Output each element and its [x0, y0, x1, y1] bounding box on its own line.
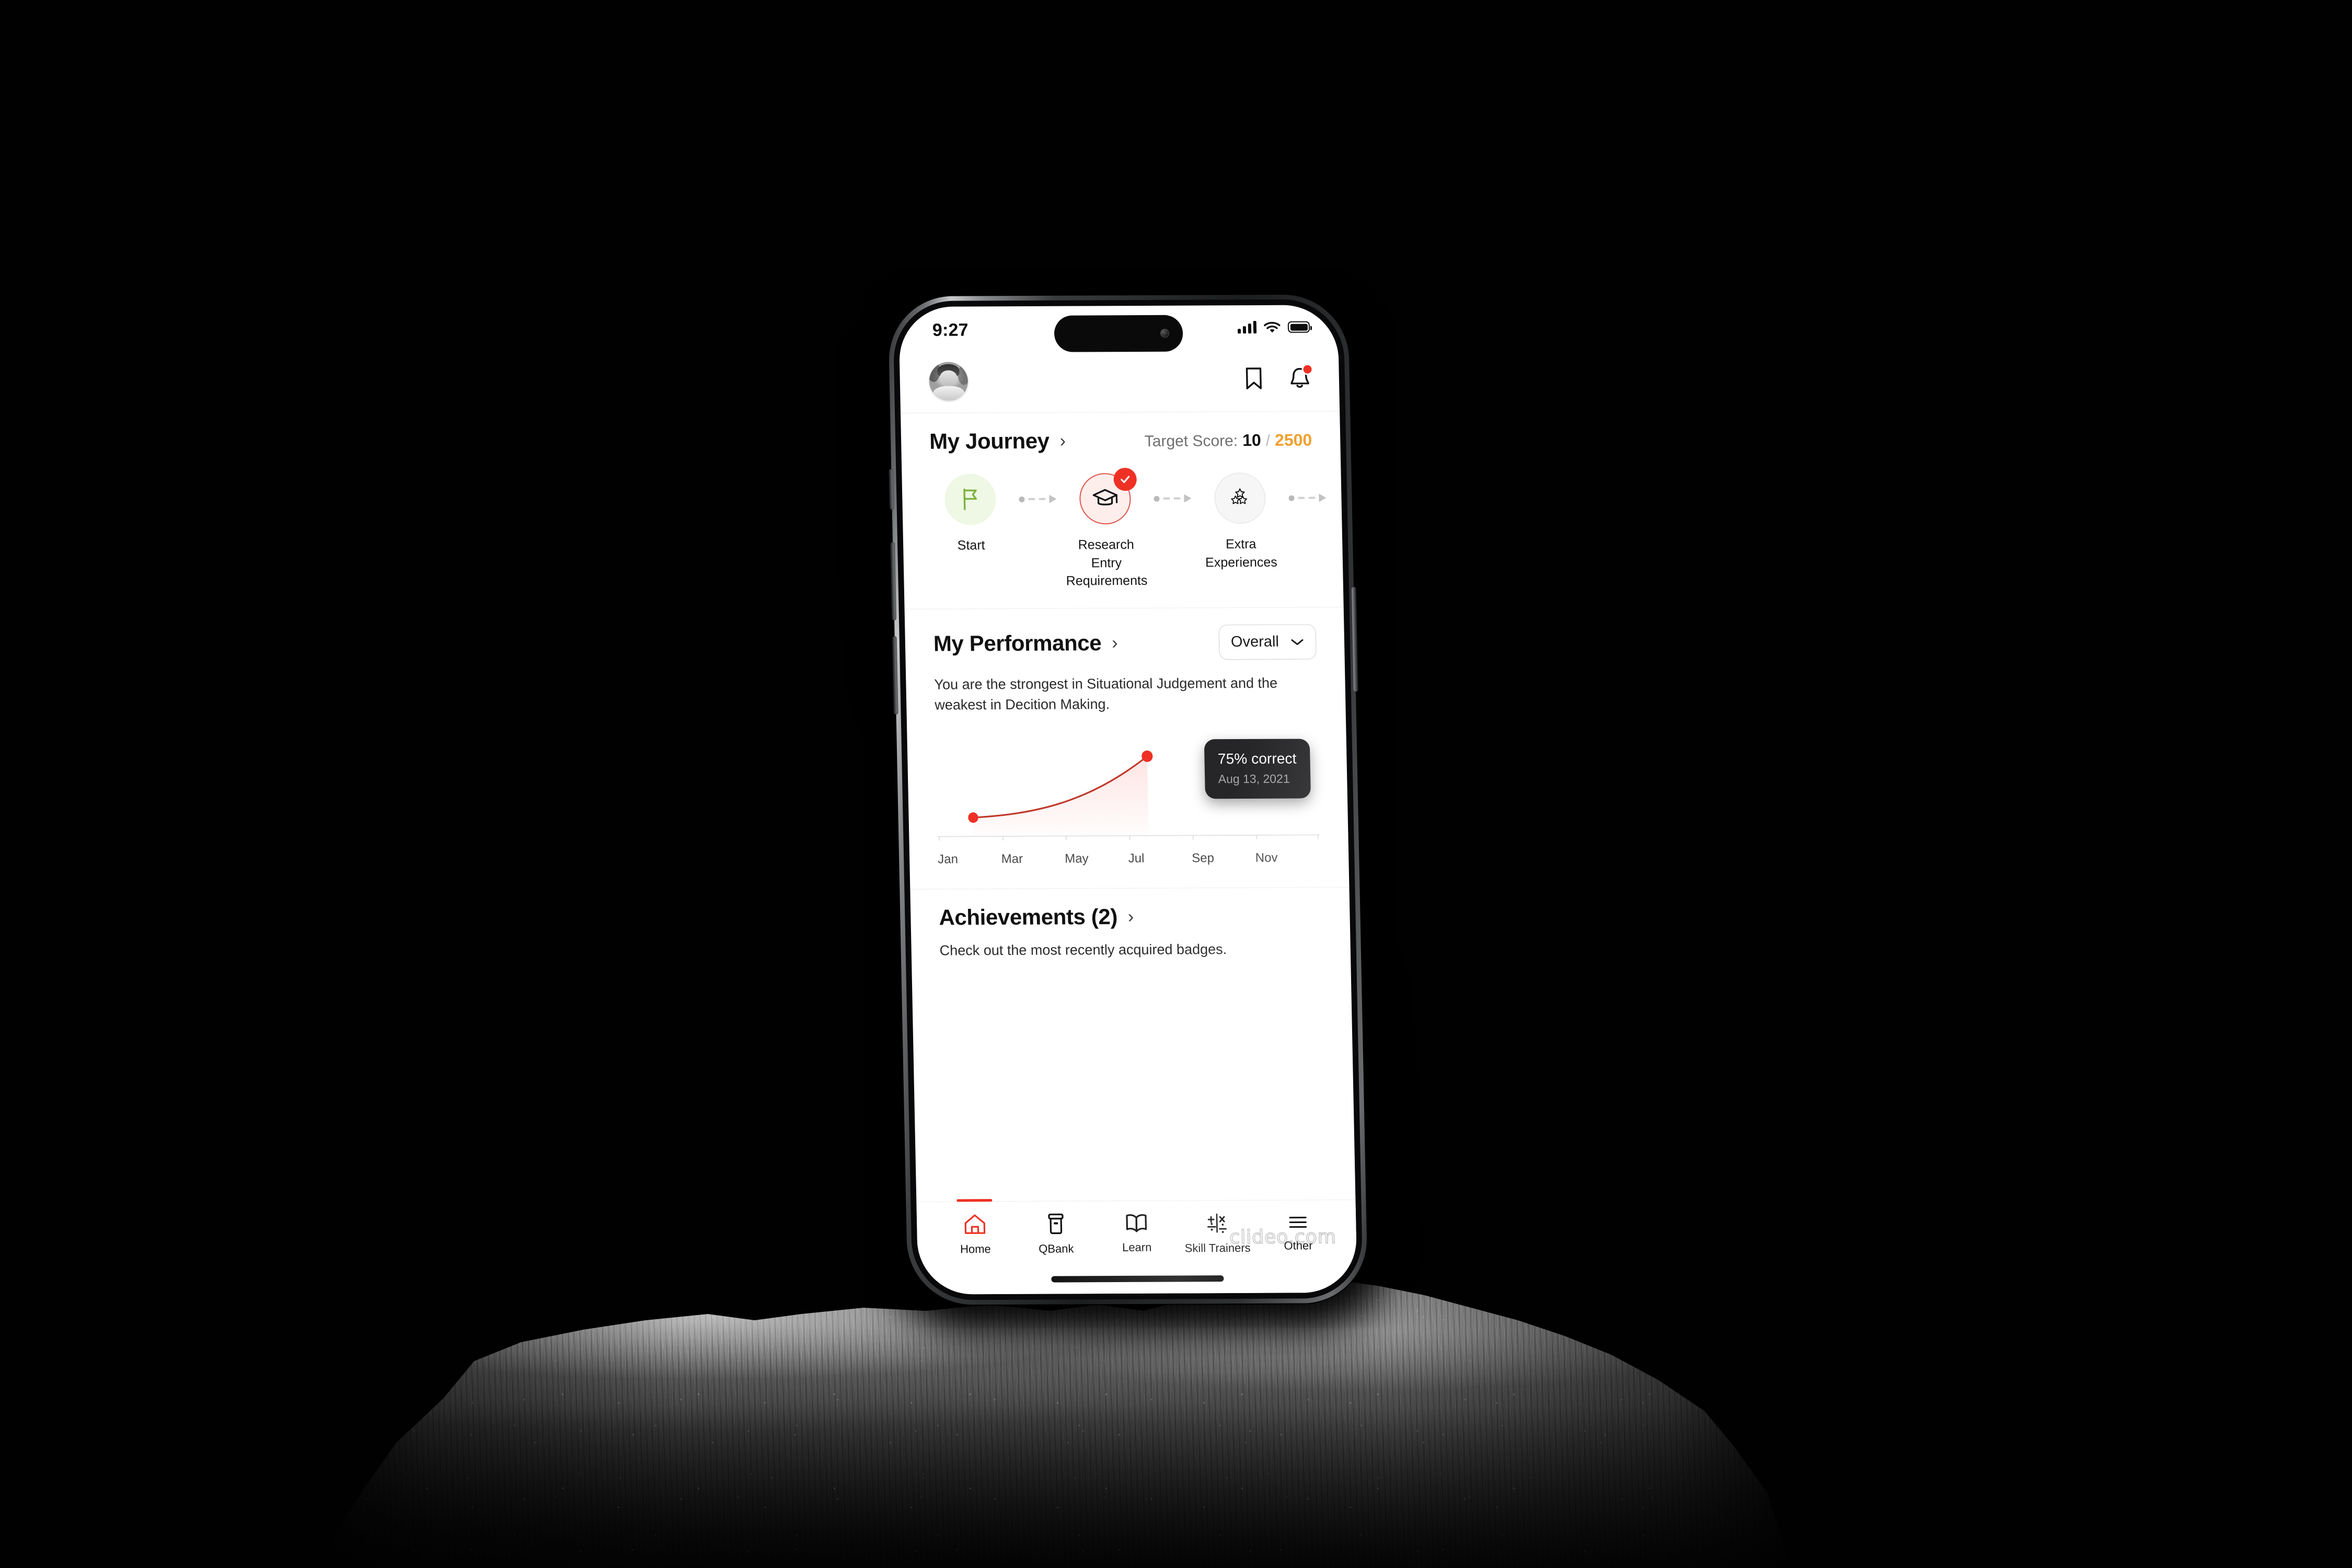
- chart-tick-sep: Sep: [1191, 851, 1215, 866]
- chevron-right-icon: ›: [1111, 632, 1118, 653]
- achievements-section: Achievements (2) › Check out the most re…: [910, 887, 1351, 959]
- tab-home-label: Home: [960, 1242, 991, 1256]
- journey-connector-3: [1279, 472, 1335, 523]
- tab-qbank[interactable]: QBank: [1015, 1201, 1097, 1269]
- journey-step-extra-experiences[interactable]: Extra Experiences: [1200, 472, 1281, 572]
- header-actions: [1241, 363, 1313, 393]
- graduation-cap-icon: [1092, 489, 1118, 505]
- journey-step-current-label-line2: Requirements: [1066, 573, 1148, 589]
- wifi-icon: [1264, 321, 1281, 333]
- journey-step-start[interactable]: Start: [930, 474, 1011, 555]
- performance-title: My Performance: [933, 630, 1102, 656]
- performance-description: You are the strongest in Situational Jud…: [934, 675, 1278, 713]
- active-tab-indicator: [956, 1199, 993, 1202]
- math-operators-icon: [1207, 1213, 1227, 1233]
- status-bar-time: 9:27: [932, 320, 969, 340]
- home-icon: [964, 1214, 986, 1234]
- journey-header: My Journey › Target Score: 10 / 2500: [929, 428, 1312, 454]
- chart-tick-may: May: [1064, 851, 1089, 866]
- chart-x-axis-labels: Jan Mar May Jul Sep Nov: [938, 850, 1321, 867]
- target-score-separator: /: [1265, 432, 1271, 449]
- performance-section: My Performance › Overall You are the str…: [905, 607, 1350, 889]
- chart-tick-nov: Nov: [1255, 850, 1278, 865]
- tab-learn-label: Learn: [1122, 1240, 1152, 1254]
- journey-connector-2: [1144, 472, 1201, 524]
- target-score: Target Score: 10 / 2500: [1144, 430, 1312, 450]
- jar-icon: [1047, 1213, 1064, 1235]
- journey-step-current-label-line1: Research Entry: [1078, 537, 1134, 570]
- stars-icon: [1231, 488, 1248, 504]
- watermark: clideo.com: [1229, 1226, 1337, 1249]
- home-indicator[interactable]: [1051, 1275, 1224, 1283]
- check-icon: [1121, 476, 1130, 483]
- target-score-max: 2500: [1274, 430, 1312, 449]
- journey-step-current-circle: [1079, 468, 1137, 525]
- performance-filter-select[interactable]: Overall: [1218, 624, 1317, 660]
- notification-badge: [1301, 363, 1313, 375]
- journey-connector-1: [1009, 474, 1066, 525]
- journey-step-research-entry-requirements[interactable]: Research Entry Requirements: [1065, 468, 1148, 590]
- journey-step-upcoming-circle: [1214, 472, 1266, 524]
- status-bar-indicators: [1237, 321, 1310, 334]
- journey-step-upcoming-label-line2: Experiences: [1205, 555, 1277, 570]
- dynamic-island: [1054, 315, 1183, 352]
- action-button[interactable]: [889, 469, 894, 510]
- journey-step-upcoming-label: Extra Experiences: [1197, 535, 1285, 572]
- front-camera-icon: [1160, 329, 1170, 338]
- cellular-signal-icon: [1237, 321, 1257, 334]
- bookmark-button[interactable]: [1241, 365, 1266, 392]
- tab-home[interactable]: Home: [934, 1199, 1016, 1269]
- chevron-right-icon: ›: [1127, 907, 1134, 927]
- open-book-icon: [1126, 1214, 1147, 1232]
- chart-tooltip: 75% correct Aug 13, 2021: [1204, 739, 1311, 799]
- performance-header: My Performance › Overall: [933, 624, 1317, 661]
- journey-step-start-circle: [944, 474, 997, 525]
- notifications-button[interactable]: [1287, 363, 1313, 392]
- scene: 9:27 My Journey › Target Score: 10 / 250…: [0, 0, 2352, 1568]
- achievements-title-group[interactable]: Achievements (2) ›: [939, 904, 1322, 930]
- bookmark-icon: [1246, 367, 1262, 389]
- journey-step-start-label: Start: [957, 538, 985, 553]
- achievements-description: Check out the most recently acquired bad…: [939, 941, 1227, 959]
- journey-section: My Journey › Target Score: 10 / 2500 Sta…: [901, 411, 1344, 608]
- chart-tick-jul: Jul: [1128, 851, 1145, 866]
- chart-tick-mar: Mar: [1001, 851, 1023, 866]
- chart-tooltip-value: 75% correct: [1217, 750, 1297, 767]
- journey-step-current-label: Research Entry Requirements: [1062, 536, 1151, 590]
- chevron-down-icon: [1291, 639, 1304, 645]
- performance-title-group[interactable]: My Performance ›: [933, 630, 1118, 656]
- phone-mockup: 9:27 My Journey › Target Score: 10 / 250…: [867, 294, 1390, 1326]
- performance-chart[interactable]: Jan Mar May Jul Sep Nov 75% correct Aug …: [936, 736, 1321, 879]
- app-header: [899, 353, 1340, 413]
- achievements-title: Achievements (2): [938, 904, 1118, 930]
- journey-title: My Journey: [929, 428, 1050, 454]
- target-score-label: Target Score:: [1144, 432, 1238, 450]
- chevron-right-icon: ›: [1059, 431, 1066, 451]
- status-bar: 9:27: [898, 305, 1339, 355]
- user-avatar[interactable]: [929, 362, 969, 401]
- chart-area-fill: [973, 756, 1149, 836]
- tab-qbank-label: QBank: [1038, 1242, 1074, 1255]
- journey-step-completed-badge: [1113, 468, 1137, 491]
- journey-step-upcoming-label-line1: Extra: [1225, 536, 1256, 552]
- battery-full-icon: [1287, 321, 1310, 333]
- flag-icon: [963, 488, 977, 511]
- tab-learn[interactable]: Learn: [1096, 1201, 1178, 1269]
- phone-screen: 9:27 My Journey › Target Score: 10 / 250…: [898, 305, 1358, 1295]
- journey-track: Start Research Entry Requirements Extra …: [930, 468, 1327, 591]
- chart-tick-jan: Jan: [937, 852, 959, 867]
- chart-point-start: [968, 812, 978, 823]
- target-score-current: 10: [1242, 430, 1262, 449]
- chart-tooltip-date: Aug 13, 2021: [1218, 771, 1290, 786]
- performance-filter-value: Overall: [1230, 633, 1279, 651]
- journey-title-group[interactable]: My Journey ›: [929, 429, 1066, 454]
